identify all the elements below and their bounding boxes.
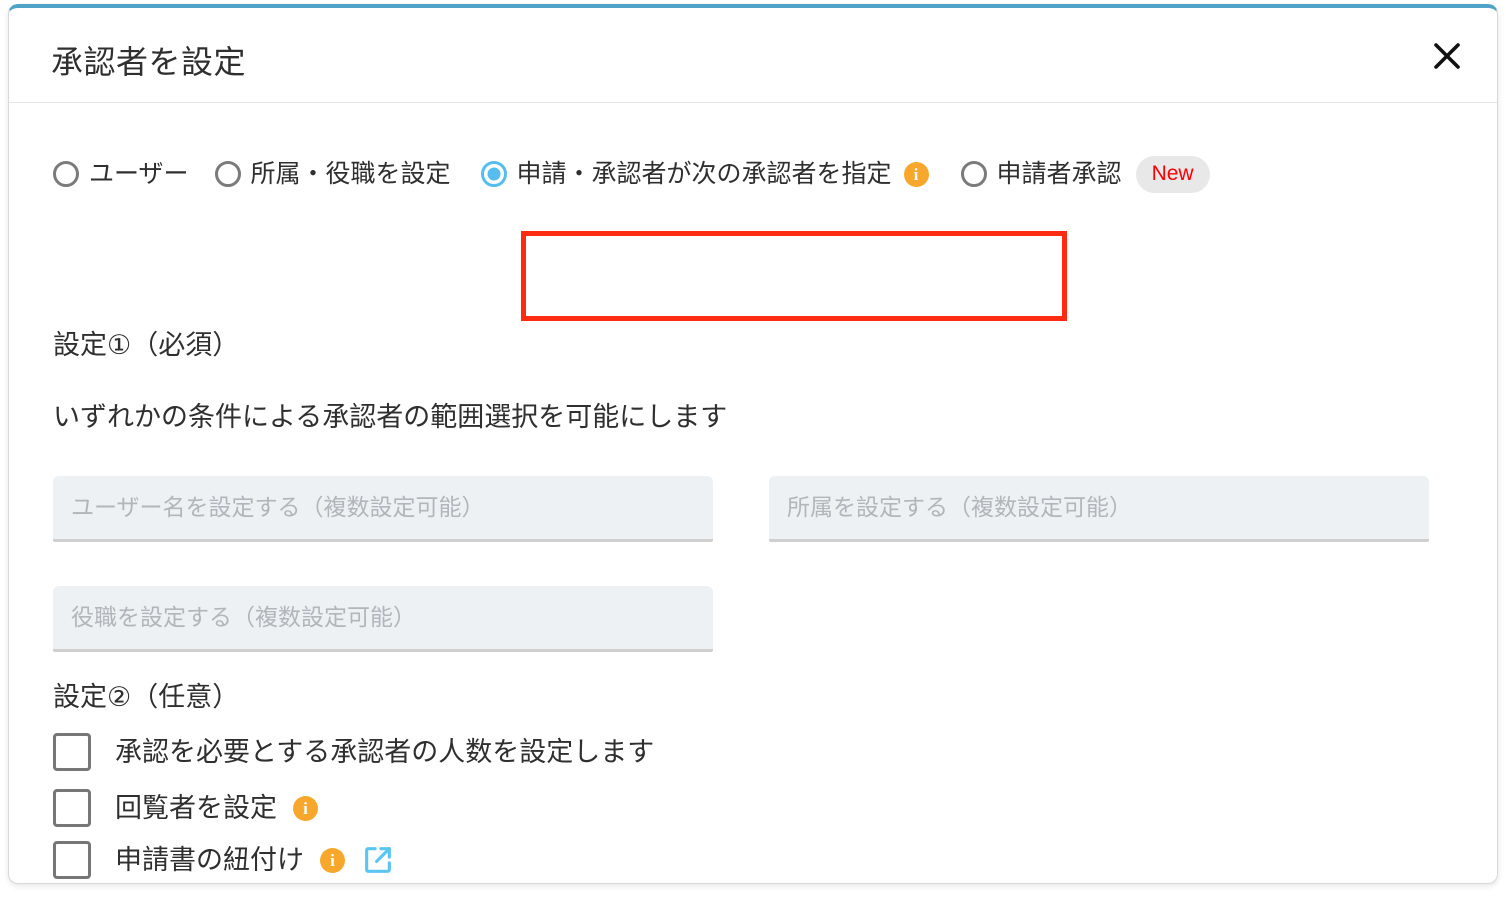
set-approver-dialog: 承認者を設定 ユーザー 所属・役職を設定 申請・承認者が次の承認者を指定 i 申… [8, 4, 1498, 884]
close-button[interactable] [1425, 34, 1469, 78]
radio-option-department-role[interactable]: 所属・役職を設定 [214, 152, 451, 196]
external-link-icon[interactable] [361, 843, 395, 877]
radio-icon-department-role[interactable] [214, 161, 241, 187]
section-title-optional: 設定②（任意） [53, 682, 240, 712]
radio-option-user[interactable]: ユーザー [53, 152, 189, 196]
checkbox-row-form-link[interactable]: 申請書の紐付け i [53, 840, 395, 880]
user-name-input[interactable] [53, 476, 713, 542]
section-title-required: 設定①（必須） [53, 330, 240, 360]
radio-icon-next-approver[interactable] [480, 161, 507, 187]
radio-label-next-approver: 申請・承認者が次の承認者を指定 [516, 159, 892, 188]
highlight-box-next-approver [521, 231, 1067, 321]
status-badge-new: New [1135, 155, 1210, 193]
role-input[interactable] [53, 586, 713, 652]
dialog-header: 承認者を設定 [9, 8, 1497, 103]
info-icon-form-link[interactable]: i [320, 847, 345, 873]
department-input[interactable] [769, 476, 1429, 542]
page-title: 承認者を設定 [51, 44, 247, 80]
checkbox-row-approver-count[interactable]: 承認を必要とする承認者の人数を設定します [53, 732, 654, 772]
checkbox-icon-form-link[interactable] [53, 841, 91, 879]
radio-option-next-approver[interactable]: 申請・承認者が次の承認者を指定 i [480, 152, 929, 196]
checkbox-icon-circulator[interactable] [53, 789, 91, 827]
radio-label-user: ユーザー [89, 159, 189, 188]
section-description-required: いずれかの条件による承認者の範囲選択を可能にします [53, 402, 728, 432]
checkbox-label-circulator: 回覧者を設定 [115, 792, 277, 823]
approver-type-radio-group: ユーザー 所属・役職を設定 申請・承認者が次の承認者を指定 i 申請者承認 Ne… [53, 152, 1210, 196]
checkbox-row-circulator[interactable]: 回覧者を設定 i [53, 788, 318, 828]
close-icon [1432, 41, 1462, 71]
checkbox-icon-approver-count[interactable] [53, 733, 91, 771]
radio-label-applicant-approval: 申請者承認 [996, 159, 1122, 188]
radio-label-department-role: 所属・役職を設定 [250, 159, 451, 188]
radio-icon-applicant-approval[interactable] [960, 161, 987, 187]
info-icon-next-approver[interactable]: i [903, 161, 929, 187]
checkbox-label-form-link: 申請書の紐付け [115, 844, 304, 875]
radio-icon-user[interactable] [53, 161, 79, 187]
info-icon-circulator[interactable]: i [293, 795, 318, 821]
checkbox-label-approver-count: 承認を必要とする承認者の人数を設定します [115, 736, 655, 767]
radio-option-applicant-approval[interactable]: 申請者承認 New [960, 152, 1210, 196]
